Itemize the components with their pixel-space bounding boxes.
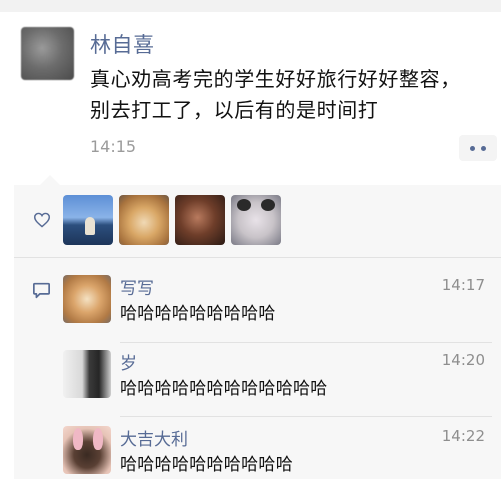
commenter-avatar[interactable] [63, 275, 111, 323]
comment-text: 哈哈哈哈哈哈哈哈哈 [120, 304, 276, 324]
commenter-avatar[interactable] [63, 426, 111, 474]
commenter-avatar[interactable] [63, 350, 111, 398]
comment-text: 哈哈哈哈哈哈哈哈哈哈哈哈 [120, 379, 328, 399]
post-text: 真心劝高考完的学生好好旅行好好整容，别去打工了，以后有的是时间打 [90, 67, 461, 122]
comment-bubble-icon [33, 282, 50, 299]
comment-text: 哈哈哈哈哈哈哈哈哈哈 [120, 455, 293, 475]
liker-avatar[interactable] [175, 195, 225, 245]
comment-time: 14:22 [441, 427, 485, 445]
comment-item[interactable]: 岁 14:20 哈哈哈哈哈哈哈哈哈哈哈哈 [63, 350, 488, 410]
liker-avatar[interactable] [231, 195, 281, 245]
comment-time: 14:17 [441, 276, 485, 294]
top-divider [0, 0, 501, 12]
panel-caret [40, 175, 60, 185]
liker-avatar[interactable] [119, 195, 169, 245]
comment-time: 14:20 [441, 351, 485, 369]
commenter-name[interactable]: 岁 [120, 349, 137, 374]
comment-divider [120, 416, 492, 417]
commenter-name[interactable]: 大吉大利 [120, 425, 188, 450]
more-actions-button[interactable] [459, 135, 497, 161]
author-avatar[interactable] [21, 27, 74, 80]
post-timestamp: 14:15 [90, 137, 137, 156]
liker-avatar[interactable] [63, 195, 113, 245]
post-author-name[interactable]: 林自喜 [90, 29, 155, 59]
ellipsis-icon [470, 145, 475, 151]
comment-divider [120, 342, 492, 343]
liker-avatar-list [63, 195, 281, 245]
comment-item[interactable]: 写写 14:17 哈哈哈哈哈哈哈哈哈 [63, 275, 488, 335]
commenter-name[interactable]: 写写 [120, 274, 154, 299]
moments-post-detail: 林自喜 真心劝高考完的学生好好旅行好好整容，别去打工了，以后有的是时间打 14:… [0, 0, 501, 479]
ellipsis-icon [481, 145, 486, 151]
comment-item[interactable]: 大吉大利 14:22 哈哈哈哈哈哈哈哈哈哈 [63, 426, 488, 479]
heart-outline-icon [33, 212, 51, 228]
likes-comments-divider [14, 257, 501, 258]
